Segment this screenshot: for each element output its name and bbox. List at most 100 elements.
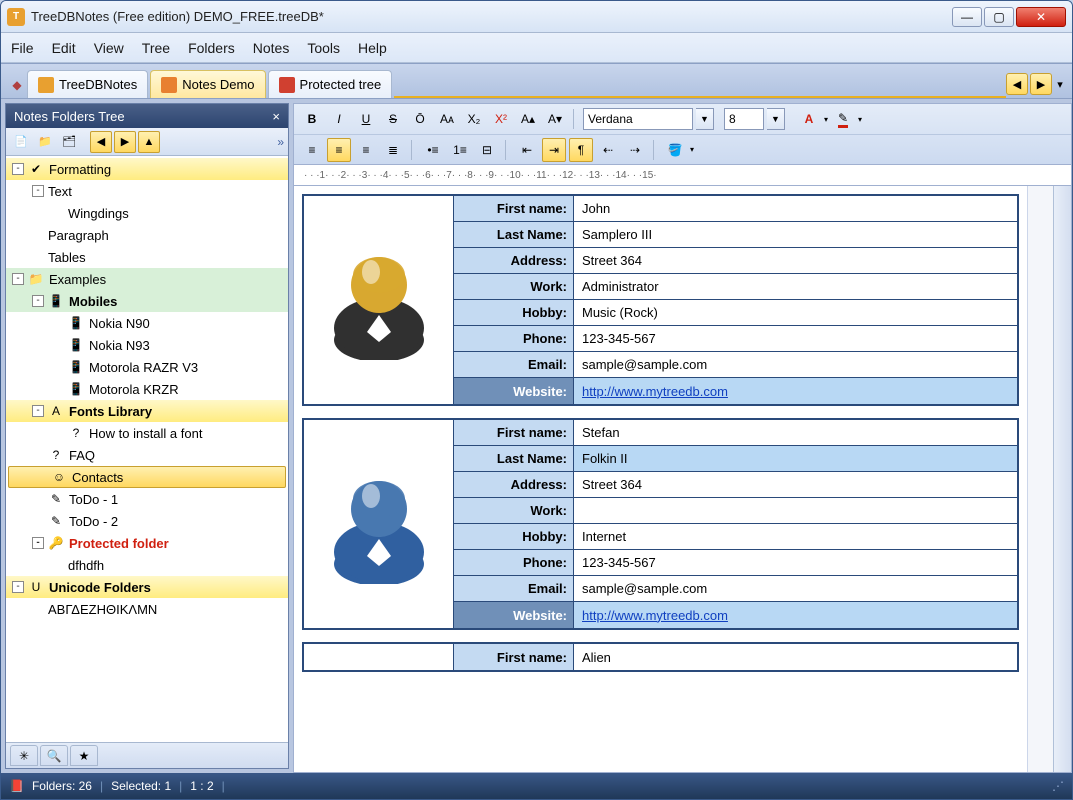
tree-item[interactable]: -📱Mobiles [6,290,288,312]
tree-item[interactable]: ΑΒΓΔΕΖΗΘΙΚΛΜΝ [6,598,288,620]
minimize-button[interactable]: — [952,7,982,27]
align-justify-button[interactable]: ≣ [381,138,405,162]
titlebar[interactable]: T TreeDBNotes (Free edition) DEMO_FREE.t… [1,1,1072,33]
new-note-icon[interactable]: 📄 [10,131,32,153]
tree-item[interactable]: -UUnicode Folders [6,576,288,598]
field-value[interactable]: sample@sample.com [574,352,1017,377]
expand-icon[interactable]: - [32,295,44,307]
field-value[interactable]: Samplero III [574,222,1017,247]
tab-favorites-icon[interactable]: ★ [70,745,98,766]
tree-item[interactable]: 📱Motorola KRZR [6,378,288,400]
nav-back-button[interactable]: ◀ [90,131,112,153]
fill-color-button[interactable]: 🪣 [663,138,687,162]
tree-item[interactable]: ?How to install a font [6,422,288,444]
font-size-select[interactable]: 8 [724,108,764,130]
nav-fwd-button[interactable]: ▶ [114,131,136,153]
menu-tree[interactable]: Tree [142,40,170,56]
website-link[interactable]: http://www.mytreedb.com [582,384,728,399]
tree-item[interactable]: ✎ToDo - 2 [6,510,288,532]
menu-notes[interactable]: Notes [253,40,290,56]
doc-tab-1[interactable]: Notes Demo [150,70,265,98]
subscript-button[interactable]: X₂ [462,107,486,131]
field-value[interactable]: Street 364 [574,472,1017,497]
field-value[interactable]: http://www.mytreedb.com [574,378,1017,404]
align-right-button[interactable]: ≡ [354,138,378,162]
tree-item[interactable]: 📱Nokia N90 [6,312,288,334]
field-value[interactable]: 123-345-567 [574,550,1017,575]
align-center-button[interactable]: ≡ [327,138,351,162]
doc-tab-2[interactable]: Protected tree [268,70,393,98]
bullets-button[interactable]: •≡ [421,138,445,162]
document-content[interactable]: First name:JohnLast Name:Samplero IIIAdd… [294,186,1027,772]
field-value[interactable]: John [574,196,1017,221]
tree-item[interactable]: ☺Contacts [8,466,286,488]
tree-item[interactable]: -Text [6,180,288,202]
superscript-button[interactable]: X² [489,107,513,131]
font-size-dropdown-icon[interactable]: ▼ [767,108,785,130]
menu-tools[interactable]: Tools [307,40,340,56]
font-color-button[interactable]: A [797,107,821,131]
menu-edit[interactable]: Edit [52,40,76,56]
italic-button[interactable]: I [327,107,351,131]
tree-item[interactable]: ✎ToDo - 1 [6,488,288,510]
close-button[interactable]: ✕ [1016,7,1066,27]
expand-icon[interactable]: - [12,273,24,285]
tree-item[interactable]: dfhdfh [6,554,288,576]
tree-item[interactable]: ?FAQ [6,444,288,466]
expand-icon[interactable]: - [32,405,44,417]
font-name-select[interactable]: Verdana [583,108,693,130]
field-value[interactable]: Street 364 [574,248,1017,273]
menu-help[interactable]: Help [358,40,387,56]
menu-view[interactable]: View [94,40,124,56]
tree-tool-icon[interactable]: 🗂 [58,131,80,153]
indent-button[interactable]: ⇥ [542,138,566,162]
tree-item[interactable]: -🔑Protected folder [6,532,288,554]
tab-prev-button[interactable]: ◀ [1006,73,1028,95]
tree-item[interactable]: -AFonts Library [6,400,288,422]
vertical-ruler[interactable] [1027,186,1053,772]
vertical-scrollbar[interactable] [1053,186,1071,772]
website-link[interactable]: http://www.mytreedb.com [582,608,728,623]
field-value[interactable]: Stefan [574,420,1017,445]
field-value[interactable]: Alien [574,644,1017,670]
toolbar-overflow-icon[interactable]: » [277,135,284,149]
underline-button[interactable]: U [354,107,378,131]
tab-next-button[interactable]: ▶ [1030,73,1052,95]
outdent-button[interactable]: ⇤ [515,138,539,162]
tree-item[interactable]: Tables [6,246,288,268]
tree-item[interactable]: 📱Motorola RAZR V3 [6,356,288,378]
field-value[interactable]: 123-345-567 [574,326,1017,351]
bold-button[interactable]: B [300,107,324,131]
horizontal-ruler[interactable]: · · ·1· · ·2· · ·3· · ·4· · ·5· · ·6· · … [293,164,1072,186]
field-value[interactable]: http://www.mytreedb.com [574,602,1017,628]
tree-item[interactable]: -✔Formatting [6,158,288,180]
tab-home-icon[interactable]: ◆ [7,72,27,98]
expand-icon[interactable]: - [32,537,44,549]
maximize-button[interactable]: ▢ [984,7,1014,27]
decrease-indent-button[interactable]: ⇠ [596,138,620,162]
field-value[interactable]: sample@sample.com [574,576,1017,601]
increase-indent-button[interactable]: ⇢ [623,138,647,162]
expand-icon[interactable]: - [12,581,24,593]
field-value[interactable]: Music (Rock) [574,300,1017,325]
highlight-color-button[interactable]: ✎ [831,107,855,131]
field-value[interactable]: Administrator [574,274,1017,299]
doc-tab-0[interactable]: TreeDBNotes [27,70,148,98]
menu-folders[interactable]: Folders [188,40,235,56]
grow-font-button[interactable]: A▴ [516,107,540,131]
tree-item[interactable]: 📱Nokia N93 [6,334,288,356]
strike-button[interactable]: S [381,107,405,131]
overline-button[interactable]: Ō [408,107,432,131]
panel-close-icon[interactable]: × [272,109,280,124]
resize-grip-icon[interactable]: ⋰ [1052,779,1064,793]
para-format-button[interactable]: ¶ [569,138,593,162]
nav-up-button[interactable]: ▲ [138,131,160,153]
multilevel-button[interactable]: ⊟ [475,138,499,162]
folder-tree[interactable]: -✔Formatting-TextWingdingsParagraphTable… [6,156,288,742]
tree-item[interactable]: -📁Examples [6,268,288,290]
menu-file[interactable]: File [11,40,34,56]
tab-tree-icon[interactable]: ✳ [10,745,38,766]
numbering-button[interactable]: 1≡ [448,138,472,162]
align-left-button[interactable]: ≡ [300,138,324,162]
field-value[interactable] [574,498,1017,523]
